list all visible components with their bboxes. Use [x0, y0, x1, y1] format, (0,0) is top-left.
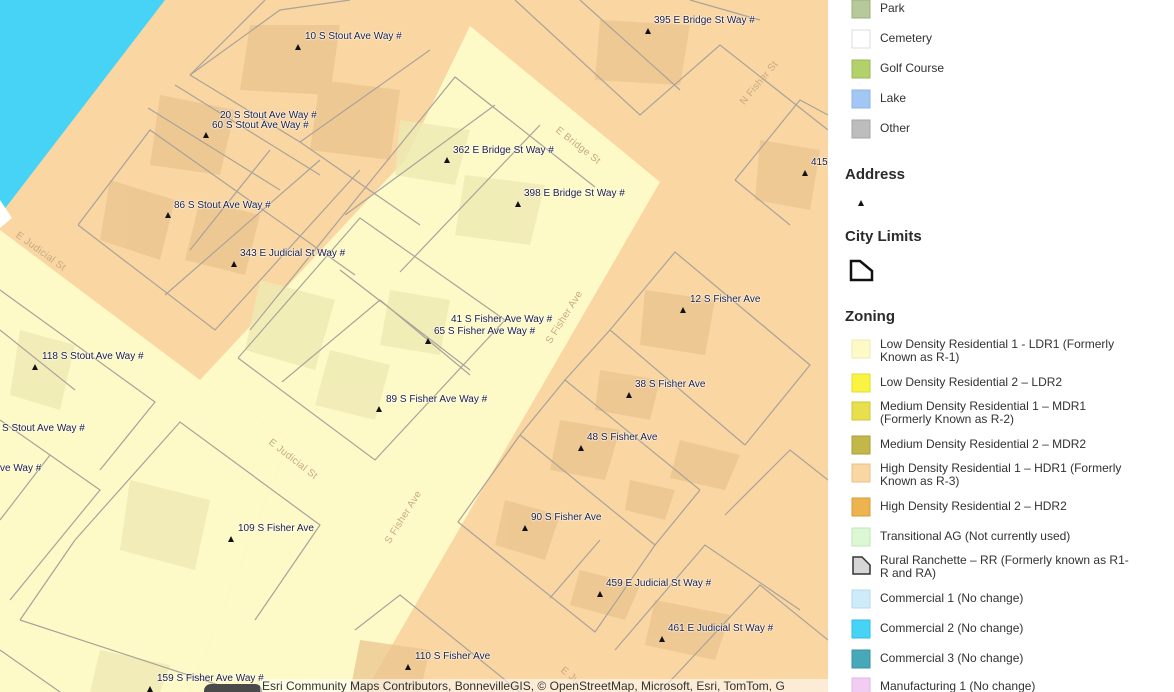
address-label: 110 S Fisher Ave	[415, 651, 491, 662]
address-label: 459 E Judicial St Way #	[606, 578, 712, 589]
legend-item-manufacturing-1: Manufacturing 1 (No change)	[850, 676, 1130, 692]
rural-ranchette-swatch-icon	[850, 554, 872, 576]
cemetery-swatch-icon	[850, 28, 872, 50]
other-swatch-icon	[850, 118, 872, 140]
legend-item-park: Park	[850, 0, 1130, 20]
legend-item-mdr2: Medium Density Residential 2 – MDR2	[850, 434, 1130, 456]
legend-item-ldr1: Low Density Residential 1 - LDR1 (Former…	[850, 338, 1130, 364]
zoning-map[interactable]: 10 S Stout Ave Way # 20 S Stout Ave Way …	[0, 0, 828, 692]
address-label: 343 E Judicial St Way #	[240, 248, 346, 259]
address-label: 90 S Fisher Ave	[531, 512, 602, 523]
address-label: 86 S Stout Ave Way #	[174, 200, 271, 211]
address-label: 362 E Bridge St Way #	[453, 145, 554, 156]
mdr2-swatch-icon	[850, 434, 872, 456]
legend-item-ldr2: Low Density Residential 2 – LDR2	[850, 372, 1130, 394]
commercial-1-swatch-icon	[850, 588, 872, 610]
ldr2-swatch-icon	[850, 372, 872, 394]
address-label: 10 S Stout Ave Way #	[305, 31, 402, 42]
address-label: 38 S Fisher Ave	[635, 379, 706, 390]
city-limits-outline-icon	[848, 258, 876, 289]
park-swatch-icon	[850, 0, 872, 20]
legend-heading-address: Address	[845, 166, 906, 183]
legend-item-commercial-1: Commercial 1 (No change)	[850, 588, 1130, 610]
address-label: 41 S Fisher Ave Way #	[451, 314, 553, 325]
panel-handle[interactable]	[204, 684, 262, 692]
legend-item-commercial-2: Commercial 2 (No change)	[850, 618, 1130, 640]
address-label: 89 S Fisher Ave Way #	[386, 394, 488, 405]
address-label: ve Way #	[0, 463, 42, 474]
legend-item-other: Other	[850, 118, 1130, 140]
address-label: 60 S Stout Ave Way #	[212, 120, 309, 131]
commercial-3-swatch-icon	[850, 648, 872, 670]
legend-heading-zoning: Zoning	[845, 308, 895, 325]
address-label: S Stout Ave Way #	[2, 423, 85, 434]
legend-item-mdr1: Medium Density Residential 1 – MDR1 (For…	[850, 400, 1130, 426]
lake-swatch-icon	[850, 88, 872, 110]
map-attribution: Esri Community Maps Contributors, Bonnev…	[260, 679, 828, 692]
address-label: 12 S Fisher Ave	[690, 294, 761, 305]
legend-heading-city-limits: City Limits	[845, 228, 922, 245]
address-label: 415	[811, 157, 828, 168]
mdr1-swatch-icon	[850, 400, 872, 422]
legend-item-rural-ranchette: Rural Ranchette – RR (Formerly known as …	[850, 554, 1130, 580]
address-label: 461 E Judicial St Way #	[668, 623, 774, 634]
legend-item-golf-course: Golf Course	[850, 58, 1130, 80]
legend-panel[interactable]: Park Cemetery Golf Course Lake Other Add…	[828, 0, 1174, 692]
address-point-icon	[857, 196, 867, 214]
legend-item-commercial-3: Commercial 3 (No change)	[850, 648, 1130, 670]
ldr1-swatch-icon	[850, 338, 872, 360]
manufacturing-1-swatch-icon	[850, 676, 872, 692]
hdr2-swatch-icon	[850, 496, 872, 518]
legend-item-hdr2: High Density Residential 2 – HDR2	[850, 496, 1130, 518]
address-label: 398 E Bridge St Way #	[524, 188, 625, 199]
legend-item-cemetery: Cemetery	[850, 28, 1130, 50]
transitional-ag-swatch-icon	[850, 526, 872, 548]
address-label: 65 S Fisher Ave Way #	[434, 326, 536, 337]
address-label: 109 S Fisher Ave	[238, 523, 314, 534]
address-label: 395 E Bridge St Way #	[654, 15, 755, 26]
legend-item-hdr1: High Density Residential 1 – HDR1 (Forme…	[850, 462, 1130, 488]
legend-item-transitional-ag: Transitional AG (Not currently used)	[850, 526, 1130, 548]
address-label: 118 S Stout Ave Way #	[42, 351, 144, 362]
address-label: 48 S Fisher Ave	[587, 432, 658, 443]
hdr1-swatch-icon	[850, 462, 872, 484]
commercial-2-swatch-icon	[850, 618, 872, 640]
legend-item-lake: Lake	[850, 88, 1130, 110]
golf-course-swatch-icon	[850, 58, 872, 80]
